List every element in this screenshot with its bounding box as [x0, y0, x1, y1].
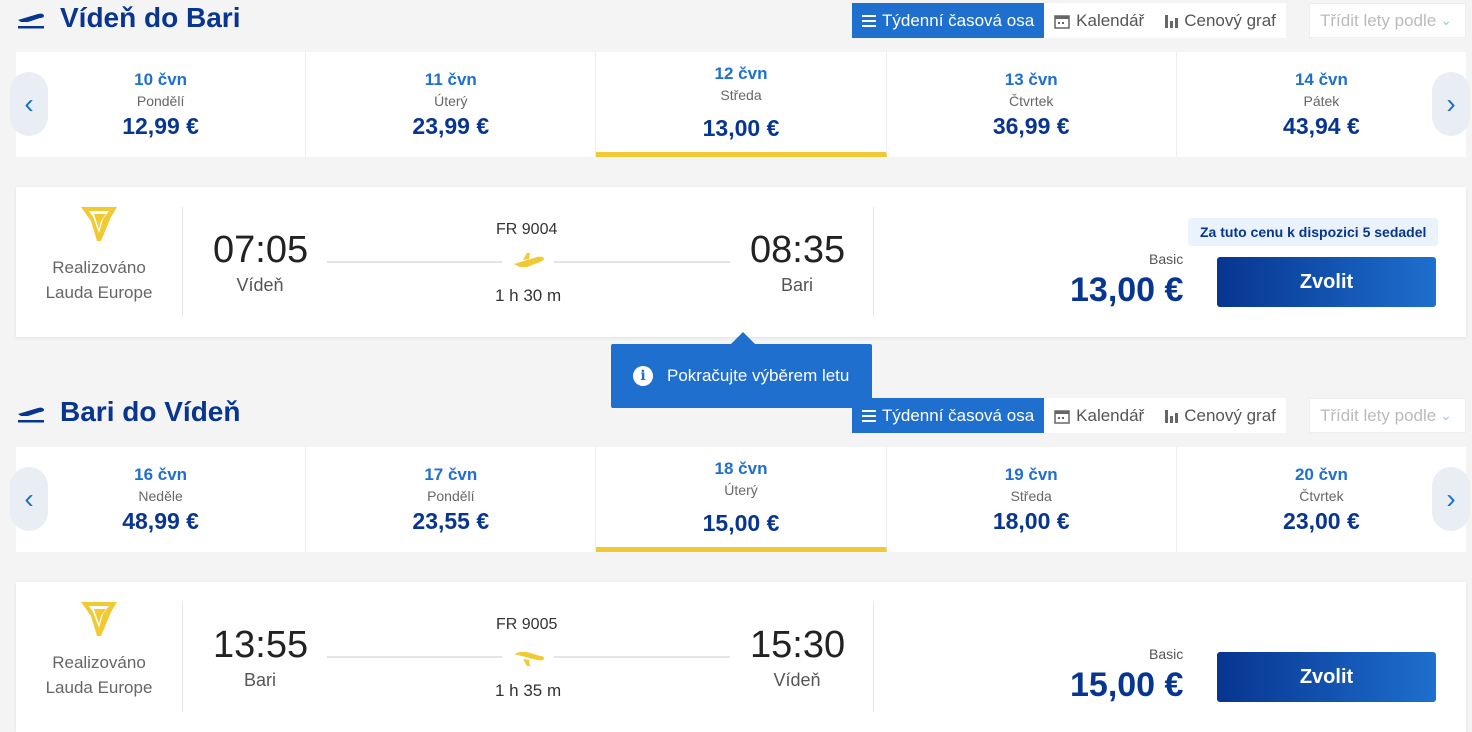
return-title: Bari do Vídeň — [16, 396, 240, 428]
outbound-flight-card: Realizováno Lauda Europe 07:05 Vídeň FR … — [16, 187, 1466, 337]
chevron-right-icon: › — [1446, 483, 1456, 514]
divider — [182, 602, 183, 712]
plane-icon — [514, 253, 544, 267]
date-card[interactable]: 10 čvn Pondělí 12,99 € — [16, 52, 307, 157]
chevron-right-icon: › — [1446, 88, 1456, 119]
return-view-tabs: Týdenní časová osa Kalendář Cenový graf — [852, 398, 1286, 433]
divider — [182, 207, 183, 317]
date-card[interactable]: 17 čvn Pondělí 23,55 € — [306, 447, 597, 552]
route-line — [327, 261, 502, 263]
info-icon: i — [633, 366, 653, 386]
departure-plane-icon — [18, 13, 44, 29]
route-line — [554, 261, 730, 263]
weekly-timeline-tab[interactable]: Týdenní časová osa — [852, 398, 1045, 433]
date-card-selected[interactable]: 12 čvn Středa 13,00 € — [596, 52, 887, 157]
fare-type: Basic — [1149, 646, 1184, 662]
flight-price: 15,00 € — [1070, 666, 1184, 704]
divider — [873, 207, 874, 317]
next-dates-button[interactable]: › — [1432, 72, 1470, 136]
outbound-title: Vídeň do Bari — [16, 2, 240, 34]
route-line — [327, 656, 502, 658]
date-card[interactable]: 16 čvn Neděle 48,99 € — [16, 447, 307, 552]
calendar-icon — [1054, 14, 1070, 29]
departure-plane-icon — [18, 407, 44, 423]
continue-tooltip: i Pokračujte výběrem letu — [611, 332, 872, 408]
select-flight-button[interactable]: Zvolit — [1217, 652, 1436, 702]
date-card-selected[interactable]: 18 čvn Úterý 15,00 € — [596, 447, 887, 552]
departure-time: 13:55 — [213, 624, 309, 666]
date-card[interactable]: 13 čvn Čtvrtek 36,99 € — [886, 52, 1177, 157]
prev-dates-button[interactable]: ‹ — [10, 72, 48, 136]
fare-type: Basic — [1149, 251, 1184, 267]
weekly-timeline-tab[interactable]: Týdenní časová osa — [852, 3, 1045, 38]
chevron-down-icon: ⌄ — [1440, 407, 1452, 423]
next-dates-button[interactable]: › — [1432, 467, 1470, 531]
list-icon — [862, 409, 876, 422]
date-card[interactable]: 11 čvn Úterý 23,99 € — [306, 52, 597, 157]
date-card[interactable]: 19 čvn Středa 18,00 € — [886, 447, 1177, 552]
return-title-text: Bari do Vídeň — [60, 396, 241, 427]
bar-chart-icon — [1165, 14, 1179, 28]
departure-city: Bari — [243, 670, 276, 690]
list-icon — [862, 14, 876, 27]
departure-time: 07:05 — [213, 229, 309, 271]
date-card[interactable]: 20 čvn Čtvrtek 23,00 € — [1176, 447, 1467, 552]
arrival-city: Bari — [780, 275, 813, 295]
arrival-city: Vídeň — [773, 670, 821, 690]
date-card[interactable]: 14 čvn Pátek 43,94 € — [1176, 52, 1467, 157]
outbound-date-strip: 10 čvn Pondělí 12,99 € 11 čvn Úterý 23,99 € … — [16, 52, 1467, 157]
calendar-tab[interactable]: Kalendář — [1044, 3, 1155, 38]
seats-badge: Za tuto cenu k dispozici 5 sedadel — [1188, 218, 1439, 246]
ryanair-harp-logo — [81, 207, 117, 241]
flight-number: FR 9005 — [496, 616, 558, 633]
ryanair-harp-logo — [81, 602, 117, 636]
prev-dates-button[interactable]: ‹ — [10, 467, 48, 531]
sort-dropdown[interactable]: Třídit lety podle ⌄ — [1309, 398, 1466, 433]
return-date-strip: 16 čvn Neděle 48,99 € 17 čvn Pondělí 23,55 €… — [16, 447, 1467, 552]
outbound-view-tabs: Týdenní časová osa Kalendář Cenový graf — [852, 3, 1286, 38]
operator: Realizováno Lauda Europe — [16, 187, 182, 337]
divider — [873, 602, 874, 712]
bar-chart-icon — [1165, 409, 1179, 423]
operator: Realizováno Lauda Europe — [16, 582, 182, 732]
chevron-left-icon: ‹ — [24, 483, 34, 514]
calendar-tab[interactable]: Kalendář — [1044, 398, 1155, 433]
calendar-icon — [1054, 409, 1070, 424]
select-flight-button[interactable]: Zvolit — [1217, 257, 1436, 307]
price-chart-tab[interactable]: Cenový graf — [1154, 3, 1286, 38]
price-chart-tab[interactable]: Cenový graf — [1154, 398, 1286, 433]
outbound-title-text: Vídeň do Bari — [60, 2, 241, 33]
flight-price: 13,00 € — [1070, 271, 1184, 309]
flight-duration: 1 h 35 m — [495, 681, 562, 700]
return-flight-card: Realizováno Lauda Europe 13:55 Bari FR 9… — [16, 582, 1466, 732]
route-line — [554, 656, 730, 658]
sort-dropdown[interactable]: Třídit lety podle ⌄ — [1309, 3, 1466, 38]
arrival-time: 15:30 — [750, 624, 846, 666]
flight-duration: 1 h 30 m — [495, 286, 562, 305]
arrival-time: 08:35 — [750, 229, 846, 271]
chevron-down-icon: ⌄ — [1440, 12, 1452, 28]
departure-city: Vídeň — [236, 275, 284, 295]
chevron-left-icon: ‹ — [24, 88, 34, 119]
flight-number: FR 9004 — [496, 221, 558, 238]
plane-icon — [514, 652, 544, 666]
